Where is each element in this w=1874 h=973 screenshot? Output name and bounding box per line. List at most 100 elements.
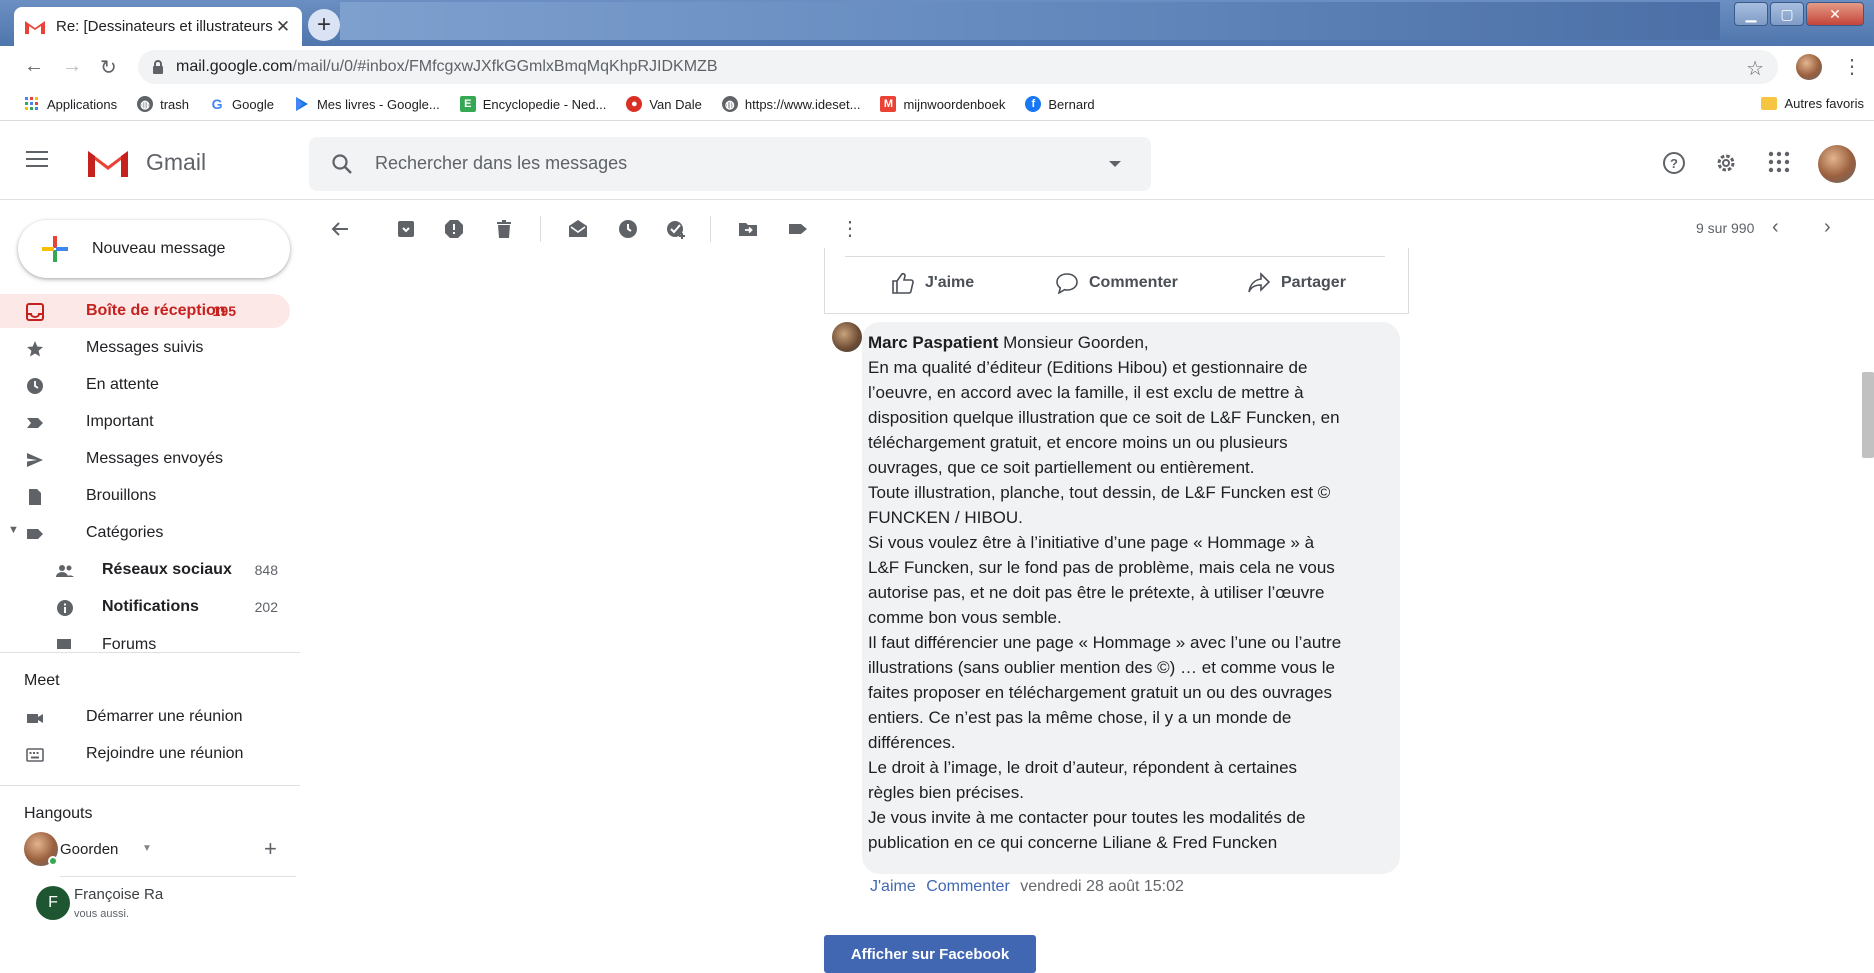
comment-author[interactable]: Marc Paspatient [868,333,998,352]
maximize-button[interactable]: ▢ [1770,2,1804,26]
comment-text-line: L&F Funcken, sur le fond pas de problème… [868,558,1335,577]
bookmark-label: mijnwoordenboek [903,96,1006,112]
comment-action[interactable]: Commenter [1055,272,1178,294]
people-icon [56,565,74,577]
other-bookmarks[interactable]: Autres favoris [1760,96,1864,111]
next-message-icon[interactable]: › [1824,216,1831,239]
van-dale-icon: ● [626,96,643,112]
share-action[interactable]: Partager [1247,272,1346,294]
facebook-post-card: J'aime Commenter Partager [824,248,1409,314]
bookmark-bernard[interactable]: f Bernard [1025,96,1095,112]
comment-text-line: différences. [868,733,956,752]
minimize-button[interactable]: ▁ [1734,2,1768,26]
back-arrow-icon[interactable] [330,219,350,239]
compose-button[interactable]: Nouveau message [18,220,290,278]
hangouts-status-dropdown-icon[interactable]: ▼ [142,843,152,854]
sidebar-item-notifications[interactable]: Notifications 202 [0,590,290,624]
sidebar-item-sent[interactable]: Messages envoyés [0,442,290,476]
sidebar-item-categories[interactable]: ▼ Catégories [0,516,290,550]
sidebar-item-drafts[interactable]: Brouillons [0,479,290,513]
bookmark-label: Bernard [1048,96,1095,112]
bookmark-ideset[interactable]: ◍ https://www.ideset... [721,96,861,112]
scrollbar-thumb[interactable] [1862,372,1874,458]
sidebar-item-important[interactable]: Important [0,405,290,439]
bookmark-van-dale[interactable]: ● Van Dale [626,96,702,112]
new-tab-button[interactable]: + [308,9,340,41]
browser-menu-icon[interactable]: ⋮ [1842,54,1862,79]
apps-grid-icon[interactable] [1768,151,1790,173]
bookmark-trash[interactable]: ◍ trash [137,96,189,112]
url-field[interactable]: mail.google.com/mail/u/0/#inbox/FMfcgxwJ… [138,50,1778,84]
sidebar-item-snoozed[interactable]: En attente [0,368,290,402]
profile-avatar[interactable] [1796,54,1822,80]
move-to-folder-icon[interactable] [738,219,758,239]
clock-icon [27,378,43,394]
search-options-icon[interactable] [1109,161,1121,167]
forward-icon[interactable]: → [62,55,82,78]
report-spam-icon[interactable] [444,219,464,239]
comment-reply-link[interactable]: Commenter [926,878,1010,895]
bookmark-mijnwoordenboek[interactable]: M mijnwoordenboek [880,96,1005,112]
reload-icon[interactable]: ↻ [100,55,117,80]
search-input[interactable]: Rechercher dans les messages [375,153,627,174]
search-icon[interactable] [331,153,353,175]
expand-arrow-icon[interactable]: ▼ [8,524,19,536]
bookmark-google[interactable]: G Google [209,96,274,112]
play-books-icon [295,97,308,111]
sidebar-item-inbox[interactable]: Boîte de réception 195 [0,294,290,328]
gmail-tab-icon [25,20,45,34]
bookmark-label: https://www.ideset... [744,96,861,112]
comment-meta: J'aime Commenter vendredi 28 août 15:02 [870,878,1184,896]
label-icon [27,529,43,539]
commenter-avatar[interactable] [832,322,862,352]
hangouts-add-button[interactable]: + [264,836,277,862]
main-menu-icon[interactable] [26,151,48,167]
archive-icon[interactable] [396,219,416,239]
bookmark-applications[interactable]: Applications [24,96,117,112]
send-icon [27,453,43,467]
search-bar[interactable]: Rechercher dans les messages [309,137,1151,191]
delete-trash-icon[interactable] [494,219,514,239]
unread-count: 195 [212,303,236,319]
mark-unread-icon[interactable] [568,219,588,239]
pagination-count: 9 sur 990 [1696,220,1755,236]
sidebar-item-label: Important [86,413,154,430]
browser-tab-gmail[interactable]: Re: [Dessinateurs et illustrateurs ✕ [14,7,302,46]
gmail-logo-icon[interactable] [86,147,130,179]
gmail-logo-text: Gmail [146,149,207,175]
account-avatar[interactable] [1818,145,1856,183]
bookmark-label: Encyclopedie - Ned... [482,96,607,112]
bookmark-star-icon[interactable]: ☆ [1746,56,1764,81]
folder-icon [1760,97,1777,110]
view-on-facebook-button[interactable]: Afficher sur Facebook [824,935,1036,973]
help-icon[interactable]: ? [1662,151,1686,175]
sidebar-item-forums[interactable]: Forums [0,627,290,649]
sidebar-item-social[interactable]: Réseaux sociaux 848 [0,553,290,587]
contact-name[interactable]: Françoise Ra [74,886,163,903]
add-to-tasks-icon[interactable] [666,219,686,239]
snooze-clock-icon[interactable] [618,219,638,239]
bookmark-encyclopedie[interactable]: E Encyclopedie - Ned... [459,96,607,112]
bookmark-google-books[interactable]: Mes livres - Google... [294,96,440,112]
comment-like-link[interactable]: J'aime [870,878,916,895]
unread-count: 202 [254,599,278,615]
hangouts-user-name[interactable]: Goorden [60,841,118,858]
comment-text-line: Le droit à l’image, le droit d’auteur, r… [868,758,1298,777]
comment-text-line: Si vous voulez être à l’initiative d’une… [868,533,1315,552]
label-icon[interactable] [788,219,808,239]
contact-avatar[interactable]: F [36,886,70,920]
more-options-icon[interactable]: ⋮ [840,216,860,241]
previous-message-icon[interactable]: ‹ [1772,216,1779,239]
like-action[interactable]: J'aime [891,272,974,294]
like-label: J'aime [925,274,975,291]
sidebar-item-starred[interactable]: Messages suivis [0,331,290,365]
meet-join-label: Rejoindre une réunion [86,745,244,762]
tab-close-icon[interactable]: ✕ [274,17,292,37]
meet-join-meeting[interactable]: Rejoindre une réunion [0,737,290,771]
lock-icon [153,60,163,74]
settings-gear-icon[interactable] [1714,151,1738,175]
close-window-button[interactable]: ✕ [1806,2,1864,26]
meet-start-meeting[interactable]: Démarrer une réunion [0,700,290,734]
hangouts-user-avatar[interactable] [24,832,58,866]
back-icon[interactable]: ← [24,55,44,78]
